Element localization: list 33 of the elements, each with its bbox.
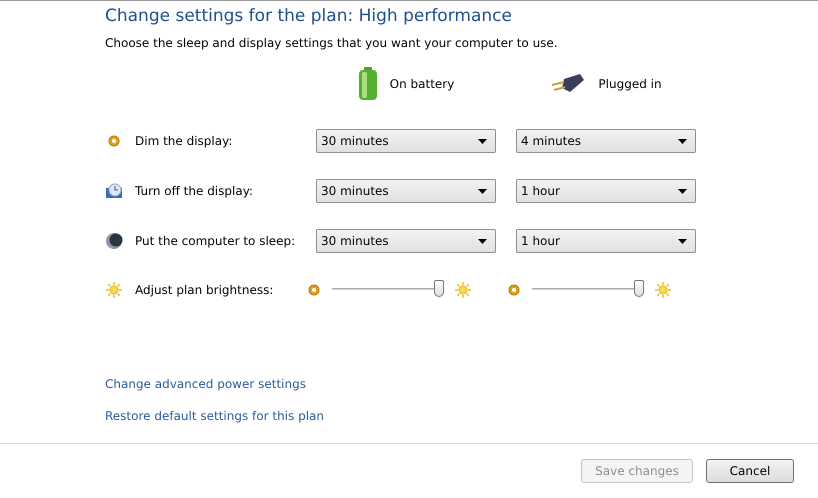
dropdown[interactable]: 30 minutes bbox=[316, 179, 496, 203]
dim-icon bbox=[308, 284, 320, 296]
caret-icon bbox=[478, 138, 487, 144]
link[interactable]: Change advanced power settings bbox=[105, 377, 818, 391]
setting-label: Adjust plan brightness: bbox=[135, 283, 274, 297]
dim-icon bbox=[108, 135, 120, 147]
battery-icon bbox=[358, 67, 378, 101]
monitor-clock-icon bbox=[105, 183, 123, 199]
sun-icon bbox=[654, 281, 672, 299]
caret-icon bbox=[478, 188, 487, 194]
link[interactable]: Restore default settings for this plan bbox=[105, 409, 818, 423]
setting-label: Turn off the display: bbox=[135, 184, 253, 198]
page-description: Choose the sleep and display settings that you want your computer to use. bbox=[105, 35, 559, 51]
dropdown[interactable]: 1 hour bbox=[516, 229, 696, 253]
dim-icon bbox=[508, 284, 520, 296]
column-header: Plugged in bbox=[598, 77, 662, 91]
setting-label: Dim the display: bbox=[135, 134, 232, 148]
setting-label: Put the computer to sleep: bbox=[135, 234, 296, 248]
dropdown[interactable]: 30 minutes bbox=[316, 229, 496, 253]
caret-icon bbox=[678, 238, 687, 244]
moon-icon bbox=[105, 232, 123, 250]
plug-icon bbox=[550, 73, 586, 95]
column-header: On battery bbox=[390, 77, 454, 91]
caret-icon bbox=[678, 138, 687, 144]
cancel-button[interactable]: Cancel bbox=[706, 459, 794, 483]
dropdown[interactable]: 1 hour bbox=[516, 179, 696, 203]
caret-icon bbox=[678, 188, 687, 194]
sun-icon bbox=[454, 281, 472, 299]
dropdown[interactable]: 4 minutes bbox=[516, 129, 696, 153]
caret-icon bbox=[478, 238, 487, 244]
page-title: Change settings for the plan: High performance bbox=[105, 5, 513, 27]
dropdown[interactable]: 30 minutes bbox=[316, 129, 496, 153]
sun-icon bbox=[105, 281, 123, 299]
